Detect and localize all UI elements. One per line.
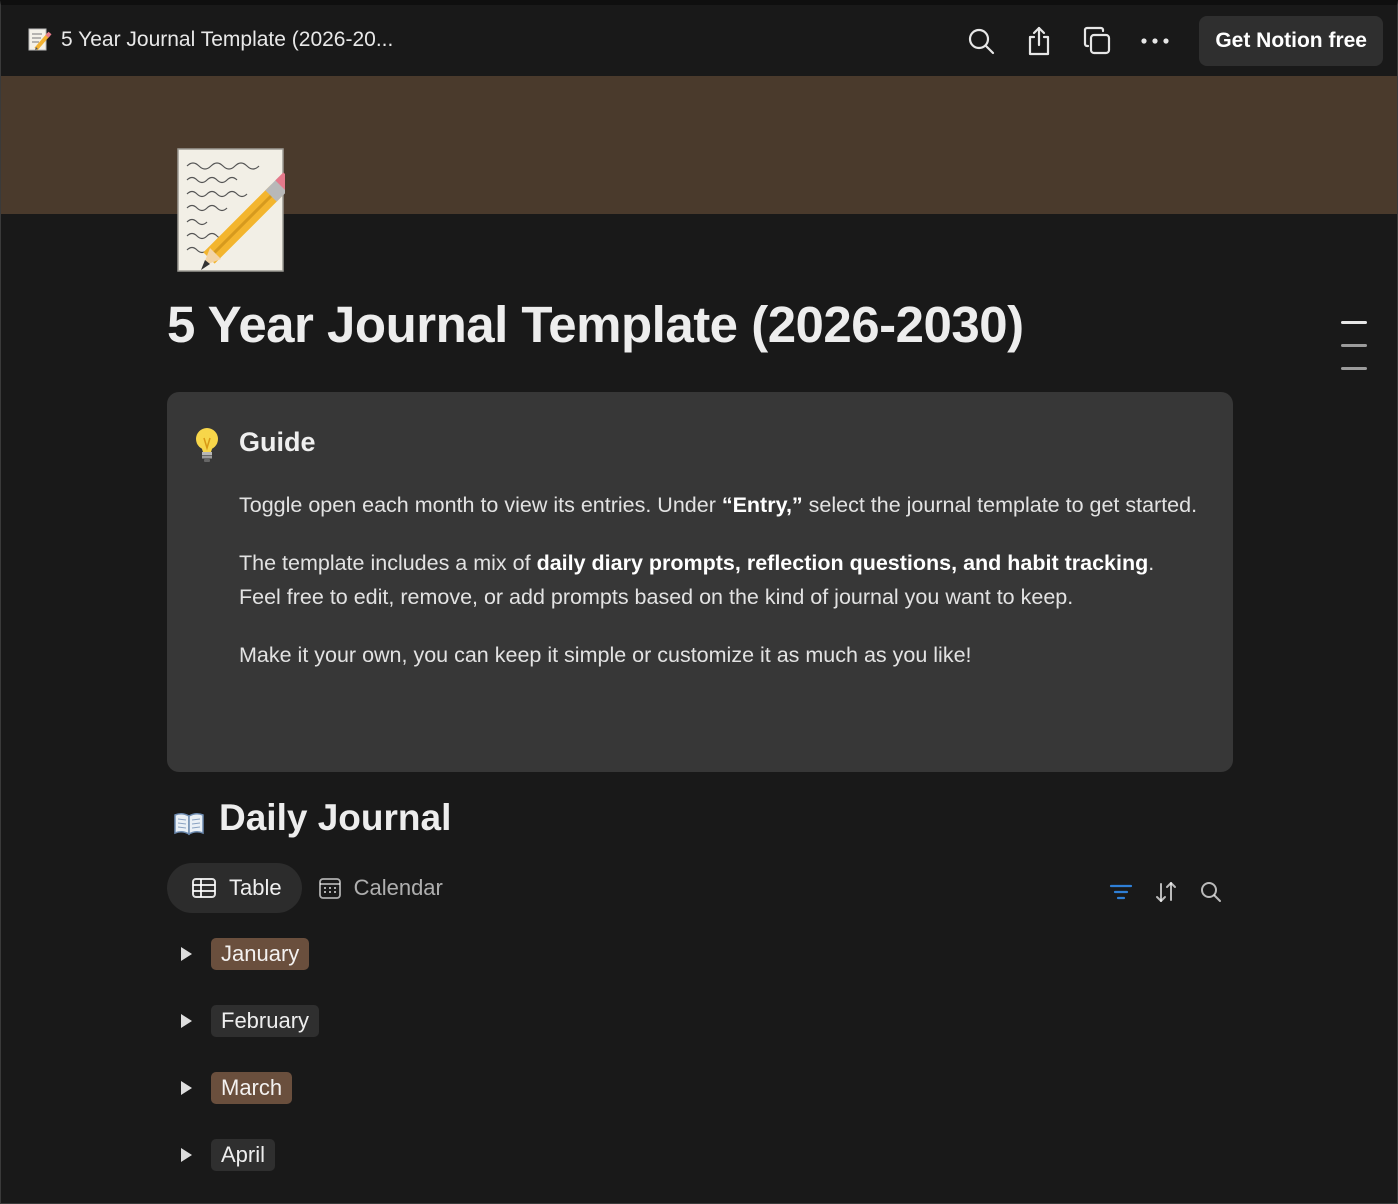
search-icon[interactable] — [963, 23, 999, 59]
month-groups: January February March April — [173, 937, 320, 1203]
toggle-triangle-icon[interactable] — [181, 1148, 192, 1162]
sort-icon[interactable] — [1151, 877, 1181, 907]
text-run: The template includes a mix of — [239, 551, 537, 575]
open-book-icon — [173, 804, 205, 836]
more-icon[interactable] — [1137, 23, 1173, 59]
memo-icon[interactable] — [177, 148, 295, 272]
month-tag: February — [211, 1005, 320, 1037]
database-view-tabs: Table Calendar — [167, 863, 463, 913]
toggle-triangle-icon[interactable] — [181, 947, 192, 961]
group-march[interactable]: March — [173, 1071, 319, 1105]
bold-text: daily diary prompts, reflection question… — [536, 551, 1149, 575]
callout-body: Toggle open each month to view its entri… — [239, 488, 1199, 696]
memo-icon — [27, 27, 53, 53]
lightbulb-icon[interactable] — [193, 426, 221, 464]
database-actions — [1106, 877, 1241, 907]
filter-icon[interactable] — [1106, 877, 1136, 907]
bold-text: “Entry,” — [721, 493, 803, 517]
toc-line — [1341, 344, 1367, 347]
callout-paragraph: Toggle open each month to view its entri… — [239, 488, 1199, 522]
page-title[interactable]: 5 Year Journal Template (2026-2030) — [167, 295, 1024, 354]
table-of-contents-indicator[interactable] — [1341, 321, 1367, 390]
share-icon[interactable] — [1021, 23, 1057, 59]
topbar-actions: Get Notion free — [941, 16, 1383, 66]
toggle-triangle-icon[interactable] — [181, 1081, 192, 1095]
table-icon — [192, 878, 216, 898]
callout-paragraph: Make it your own, you can keep it simple… — [239, 643, 972, 667]
toc-line — [1341, 321, 1367, 324]
month-tag: January — [211, 938, 310, 970]
toggle-triangle-icon[interactable] — [181, 1014, 192, 1028]
group-february[interactable]: February — [173, 1004, 320, 1038]
callout-paragraph: The template includes a mix of daily dia… — [239, 546, 1199, 614]
database-title-text: Daily Journal — [219, 797, 452, 838]
group-april[interactable]: April — [173, 1138, 319, 1172]
month-tag: April — [211, 1139, 276, 1171]
notion-window: 5 Year Journal Template (2026-20... Get … — [0, 0, 1398, 1204]
breadcrumb-title: 5 Year Journal Template (2026-20... — [61, 28, 394, 51]
tab-label: Calendar — [353, 875, 443, 900]
get-notion-free-button[interactable]: Get Notion free — [1199, 16, 1383, 66]
duplicate-icon[interactable] — [1079, 23, 1115, 59]
text-run: select the journal template to get start… — [802, 493, 1198, 517]
toc-line — [1341, 367, 1367, 370]
month-tag: March — [211, 1072, 293, 1104]
tab-calendar[interactable]: Calendar — [302, 863, 463, 913]
text-run: Toggle open each month to view its entri… — [239, 493, 722, 517]
group-january[interactable]: January — [173, 937, 319, 971]
tab-table[interactable]: Table — [167, 863, 302, 913]
page-breadcrumb[interactable]: 5 Year Journal Template (2026-20... — [27, 27, 393, 53]
guide-callout: Guide Toggle open each month to view its… — [167, 392, 1233, 772]
top-bar: 5 Year Journal Template (2026-20... Get … — [1, 5, 1397, 76]
calendar-icon — [318, 878, 341, 899]
search-icon[interactable] — [1196, 877, 1226, 907]
database-title[interactable]: Daily Journal — [173, 797, 451, 839]
tab-label: Table — [229, 875, 282, 900]
callout-heading: Guide — [239, 427, 316, 457]
